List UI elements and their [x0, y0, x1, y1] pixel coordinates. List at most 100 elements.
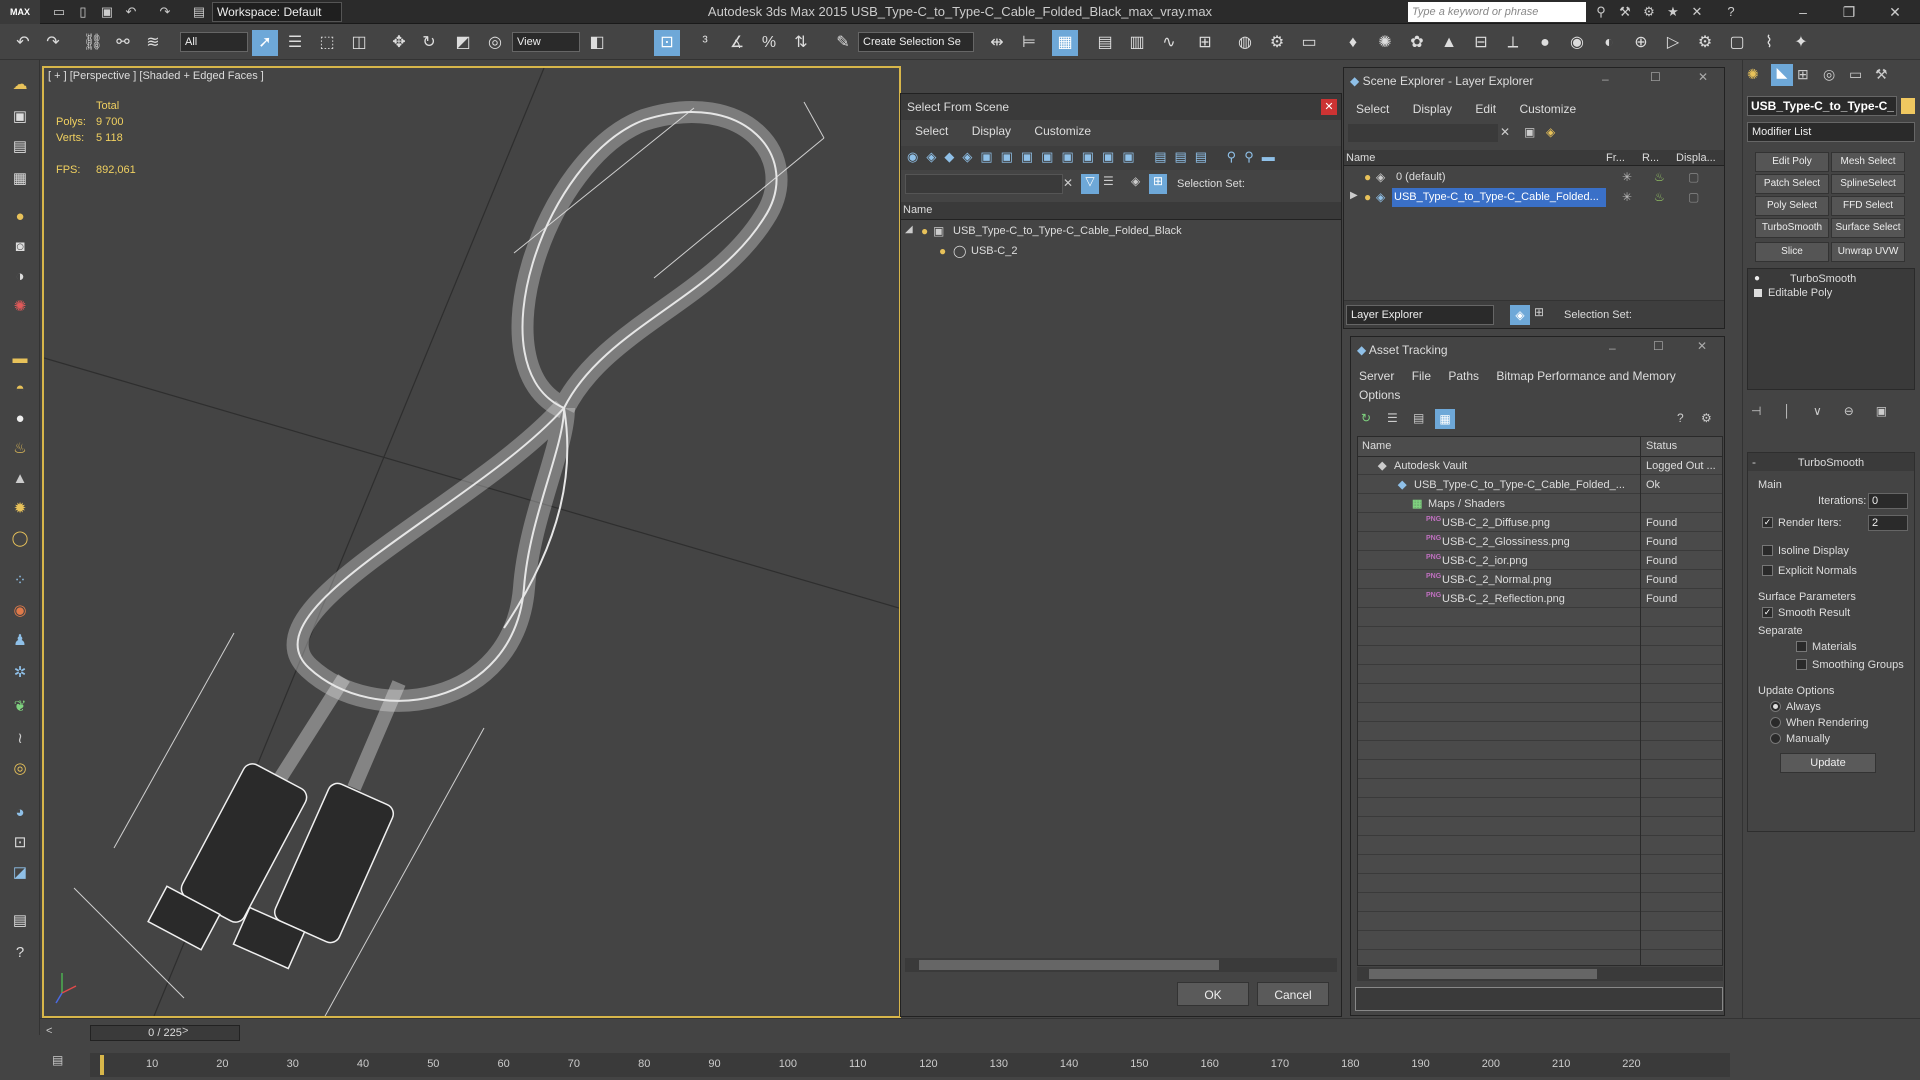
hierarchy-icon[interactable]: ⊞: [1534, 305, 1544, 319]
light-bulb-icon[interactable]: ●: [1754, 273, 1760, 284]
angle-snap-icon[interactable]: ∡: [724, 30, 750, 56]
layer-row[interactable]: ● ◈ 0 (default) ✳ ♨ ▢: [1344, 168, 1724, 188]
object-name-input[interactable]: USB_Type-C_to_Type-C_: [1747, 96, 1897, 116]
layer-label[interactable]: USB_Type-C_to_Type-C_Cable_Folded...: [1392, 188, 1606, 207]
find-input[interactable]: [1348, 124, 1498, 142]
link-icon[interactable]: ⛓: [80, 30, 106, 56]
asset-row[interactable]: PNG USB-C_2_Reflection.png Found: [1358, 590, 1722, 609]
light-bulb-icon[interactable]: ●: [1364, 190, 1371, 204]
window-crossing-icon[interactable]: ◫: [346, 30, 372, 56]
asset-row[interactable]: PNG USB-C_2_Normal.png Found: [1358, 571, 1722, 590]
menu-customize[interactable]: Customize: [1034, 124, 1091, 138]
menu-select[interactable]: Select: [1356, 102, 1389, 116]
display-tab-icon[interactable]: ▭: [1849, 66, 1862, 83]
update-button[interactable]: Update: [1780, 753, 1876, 773]
vray-mesh-export-icon[interactable]: ⊟: [1468, 30, 1494, 56]
layer-label[interactable]: 0 (default): [1396, 168, 1446, 187]
cloth-icon[interactable]: ✲: [6, 660, 34, 686]
asset-row[interactable]: PNG USB-C_2_Glossiness.png Found: [1358, 533, 1722, 552]
render-setup-icon[interactable]: ⚙: [1264, 30, 1290, 56]
favorites-icon[interactable]: ★: [1664, 3, 1682, 21]
vray-color-icon[interactable]: ✦: [1788, 30, 1814, 56]
explorer-type-dropdown[interactable]: Layer Explorer: [1346, 305, 1494, 325]
menu-file[interactable]: File: [1412, 369, 1431, 383]
restore-icon[interactable]: ☐: [1653, 339, 1664, 353]
render-frame-icon[interactable]: ▭: [1296, 30, 1322, 56]
asset-row[interactable]: ▦ Maps / Shaders: [1358, 495, 1722, 514]
list-view-icon[interactable]: ☰: [1387, 411, 1398, 425]
light-bulb-icon[interactable]: ●: [6, 204, 34, 230]
clear-find-icon[interactable]: ✕: [1063, 176, 1073, 190]
scrollbar-thumb[interactable]: [1369, 969, 1597, 979]
redo-icon[interactable]: ↷: [156, 3, 174, 21]
object-color-swatch[interactable]: [1901, 98, 1915, 114]
project-folder-icon[interactable]: ▤: [190, 3, 208, 21]
tree-item-label[interactable]: USB_Type-C_to_Type-C_Cable_Folded_Black: [953, 222, 1182, 241]
layer-icon[interactable]: ◈: [1131, 174, 1140, 188]
teapot-icon[interactable]: ♨: [6, 436, 34, 462]
settings-icon[interactable]: ⚙: [1701, 411, 1712, 425]
expand-arrow-icon[interactable]: ◢: [905, 224, 913, 235]
dome-icon[interactable]: ◓: [6, 376, 34, 402]
close-icon[interactable]: ✕: [1872, 0, 1918, 24]
modifier-list-dropdown[interactable]: Modifier List: [1747, 122, 1915, 142]
undo-icon[interactable]: ↶: [122, 3, 140, 21]
toggle-scene-explorer-icon[interactable]: ▦: [1052, 30, 1078, 56]
asset-row[interactable]: PNG USB-C_2_Diffuse.png Found: [1358, 514, 1722, 533]
add-layer-icon[interactable]: ▣: [1524, 125, 1535, 139]
select-object-icon[interactable]: ➚: [252, 30, 278, 56]
horizontal-scrollbar[interactable]: [1357, 967, 1723, 981]
display-children-icon[interactable]: ☰: [1103, 174, 1114, 188]
plane-icon[interactable]: ▬: [6, 346, 34, 372]
script-icon[interactable]: ▤: [6, 908, 34, 934]
render-iters-spinner[interactable]: 2: [1868, 515, 1908, 531]
vray-fur-icon[interactable]: ✿: [1404, 30, 1430, 56]
search-input[interactable]: Type a keyword or phrase: [1408, 2, 1586, 22]
selection-filter-dropdown[interactable]: All: [180, 32, 248, 52]
clear-find-icon[interactable]: ✕: [1500, 125, 1510, 139]
unlink-icon[interactable]: ⚯: [110, 30, 136, 56]
unwrap-uvw-button[interactable]: Unwrap UVW: [1831, 242, 1905, 262]
help-circle-icon[interactable]: ?: [6, 940, 34, 966]
ribbon-icon[interactable]: ▦: [6, 166, 34, 192]
time-slider[interactable]: 0 / 225: [90, 1025, 240, 1041]
edit-named-selection-icon[interactable]: ✎: [830, 30, 856, 56]
column-display[interactable]: Displa...: [1676, 152, 1716, 164]
layer-explorer-icon[interactable]: ▤: [1092, 30, 1118, 56]
ffd-select-button[interactable]: FFD Select: [1831, 196, 1905, 216]
vray-proxy-icon[interactable]: ▲: [1436, 30, 1462, 56]
previous-frame-icon[interactable]: <: [46, 1025, 52, 1037]
dynamics-icon[interactable]: ◉: [6, 598, 34, 624]
vray-render-icon[interactable]: ▷: [1660, 30, 1686, 56]
layer-settings-icon[interactable]: ◈: [1546, 125, 1555, 139]
modify-tab-icon[interactable]: ◣: [1771, 64, 1793, 86]
menu-display[interactable]: Display: [1413, 102, 1452, 116]
menu-display[interactable]: Display: [972, 124, 1011, 138]
graphite-icon[interactable]: ▤: [6, 134, 34, 160]
schematic-view-icon[interactable]: ⊞: [1192, 30, 1218, 56]
workspace-dropdown[interactable]: Workspace: Default: [212, 2, 342, 22]
perspective-viewport[interactable]: [ + ] [Perspective ] [Shaded + Edged Fac…: [42, 66, 901, 1018]
cone-icon[interactable]: ▲: [6, 466, 34, 492]
undo-icon[interactable]: ↶: [10, 30, 36, 56]
collapse-icon[interactable]: -: [1752, 453, 1756, 471]
surface-select-button[interactable]: Surface Select: [1831, 218, 1905, 238]
column-name[interactable]: Name: [1362, 440, 1391, 452]
tree-row[interactable]: ● ◯ USB-C_2: [901, 242, 1341, 262]
ragdoll-icon[interactable]: ♟: [6, 628, 34, 654]
display-icon[interactable]: ▢: [1688, 170, 1699, 184]
close-icon[interactable]: ✕: [1321, 99, 1337, 115]
camera-icon[interactable]: ◙: [6, 234, 34, 260]
stack-item-turbosmooth[interactable]: TurboSmooth: [1790, 273, 1856, 285]
scrollbar-thumb[interactable]: [919, 960, 1219, 970]
redo-icon[interactable]: ↷: [40, 30, 66, 56]
time-cursor[interactable]: [100, 1055, 104, 1075]
sun-icon[interactable]: ✹: [6, 496, 34, 522]
refresh-icon[interactable]: ↻: [1361, 411, 1371, 425]
vray-plane-icon[interactable]: ⟂: [1500, 30, 1526, 56]
open-file-icon[interactable]: ▯: [74, 3, 92, 21]
poly-select-button[interactable]: Poly Select: [1755, 196, 1829, 216]
mesh-select-button[interactable]: Mesh Select: [1831, 152, 1905, 172]
freeze-icon[interactable]: ✳: [1622, 170, 1632, 184]
table-view-icon[interactable]: ▤: [1413, 411, 1424, 425]
